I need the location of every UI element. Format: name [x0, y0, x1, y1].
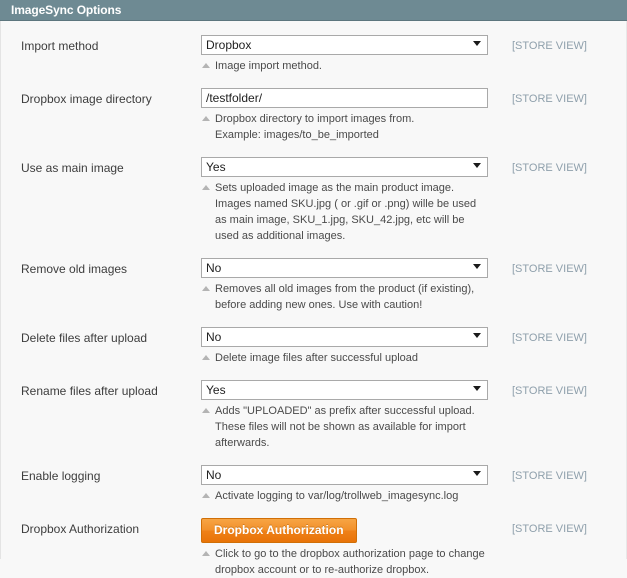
hint-dropbox-directory: Dropbox directory to import images from.… — [201, 111, 515, 143]
scope-label-rename-files-after-upload: [STORE VIEW] — [512, 385, 587, 397]
hint-triangle-icon — [202, 493, 210, 498]
dropbox-directory-input[interactable] — [201, 88, 488, 108]
hint-use-as-main-image: Sets uploaded image as the main product … — [201, 180, 515, 244]
field-control-dropbox-authorization: Dropbox Authorization Click to go to the… — [201, 518, 488, 578]
dropbox-authorization-button[interactable]: Dropbox Authorization — [201, 518, 357, 543]
delete-files-select-wrap[interactable]: No — [201, 327, 488, 347]
scope-label-dropbox-authorization: [STORE VIEW] — [512, 523, 587, 535]
remove-old-images-select-wrap[interactable]: No — [201, 258, 488, 278]
field-row-dropbox-directory: Dropbox image directory Dropbox director… — [1, 88, 626, 143]
panel-body: Import method Dropbox Image import metho… — [0, 21, 627, 576]
scope-label-enable-logging: [STORE VIEW] — [512, 470, 587, 482]
rename-files-select-wrap[interactable]: Yes — [201, 380, 488, 400]
field-row-rename-files-after-upload: Rename files after upload Yes Adds "UPLO… — [1, 380, 626, 451]
hint-triangle-icon — [202, 63, 210, 68]
import-method-select-wrap[interactable]: Dropbox — [201, 35, 488, 55]
field-label-enable-logging: Enable logging — [21, 469, 101, 483]
field-control-use-as-main-image: Yes Sets uploaded image as the main prod… — [201, 157, 488, 244]
hint-enable-logging: Activate logging to var/log/trollweb_ima… — [201, 488, 515, 504]
field-row-remove-old-images: Remove old images No Removes all old ima… — [1, 258, 626, 313]
remove-old-images-select[interactable]: No — [201, 258, 488, 278]
hint-triangle-icon — [202, 286, 210, 291]
hint-remove-old-images: Removes all old images from the product … — [201, 281, 515, 313]
hint-triangle-icon — [202, 185, 210, 190]
hint-delete-files-after-upload: Delete image files after successful uplo… — [201, 350, 515, 366]
enable-logging-select[interactable]: No — [201, 465, 488, 485]
field-label-rename-files-after-upload: Rename files after upload — [21, 384, 158, 398]
enable-logging-select-wrap[interactable]: No — [201, 465, 488, 485]
hint-import-method: Image import method. — [201, 58, 515, 74]
hint-dropbox-authorization: Click to go to the dropbox authorization… — [201, 546, 515, 578]
field-label-dropbox-directory: Dropbox image directory — [21, 92, 152, 106]
field-label-remove-old-images: Remove old images — [21, 262, 128, 276]
field-row-use-as-main-image: Use as main image Yes Sets uploaded imag… — [1, 157, 626, 244]
hint-triangle-icon — [202, 116, 210, 121]
scope-label-delete-files-after-upload: [STORE VIEW] — [512, 332, 587, 344]
field-control-import-method: Dropbox Image import method. — [201, 35, 488, 74]
scope-label-dropbox-directory: [STORE VIEW] — [512, 93, 587, 105]
field-control-rename-files-after-upload: Yes Adds "UPLOADED" as prefix after succ… — [201, 380, 488, 451]
hint-triangle-icon — [202, 408, 210, 413]
page-title: ImageSync Options — [11, 3, 122, 17]
field-label-import-method: Import method — [21, 39, 99, 53]
field-row-delete-files-after-upload: Delete files after upload No Delete imag… — [1, 327, 626, 366]
scope-label-remove-old-images: [STORE VIEW] — [512, 263, 587, 275]
imagesync-options-panel: ImageSync Options Import method Dropbox … — [0, 0, 627, 576]
field-row-enable-logging: Enable logging No Activate logging to va… — [1, 465, 626, 504]
field-control-delete-files-after-upload: No Delete image files after successful u… — [201, 327, 488, 366]
field-label-delete-files-after-upload: Delete files after upload — [21, 331, 148, 345]
field-label-use-as-main-image: Use as main image — [21, 161, 124, 175]
field-control-dropbox-directory: Dropbox directory to import images from.… — [201, 88, 488, 143]
panel-header: ImageSync Options — [0, 0, 627, 21]
scope-label-use-as-main-image: [STORE VIEW] — [512, 162, 587, 174]
use-as-main-image-select-wrap[interactable]: Yes — [201, 157, 488, 177]
hint-triangle-icon — [202, 355, 210, 360]
hint-rename-files-after-upload: Adds "UPLOADED" as prefix after successf… — [201, 403, 515, 451]
field-row-dropbox-authorization: Dropbox Authorization Dropbox Authorizat… — [1, 518, 626, 578]
field-control-enable-logging: No Activate logging to var/log/trollweb_… — [201, 465, 488, 504]
delete-files-after-upload-select[interactable]: No — [201, 327, 488, 347]
rename-files-after-upload-select[interactable]: Yes — [201, 380, 488, 400]
hint-triangle-icon — [202, 551, 210, 556]
field-label-dropbox-authorization: Dropbox Authorization — [21, 522, 140, 536]
scope-label-import-method: [STORE VIEW] — [512, 40, 587, 52]
import-method-select[interactable]: Dropbox — [201, 35, 488, 55]
use-as-main-image-select[interactable]: Yes — [201, 157, 488, 177]
field-row-import-method: Import method Dropbox Image import metho… — [1, 35, 626, 74]
field-control-remove-old-images: No Removes all old images from the produ… — [201, 258, 488, 313]
